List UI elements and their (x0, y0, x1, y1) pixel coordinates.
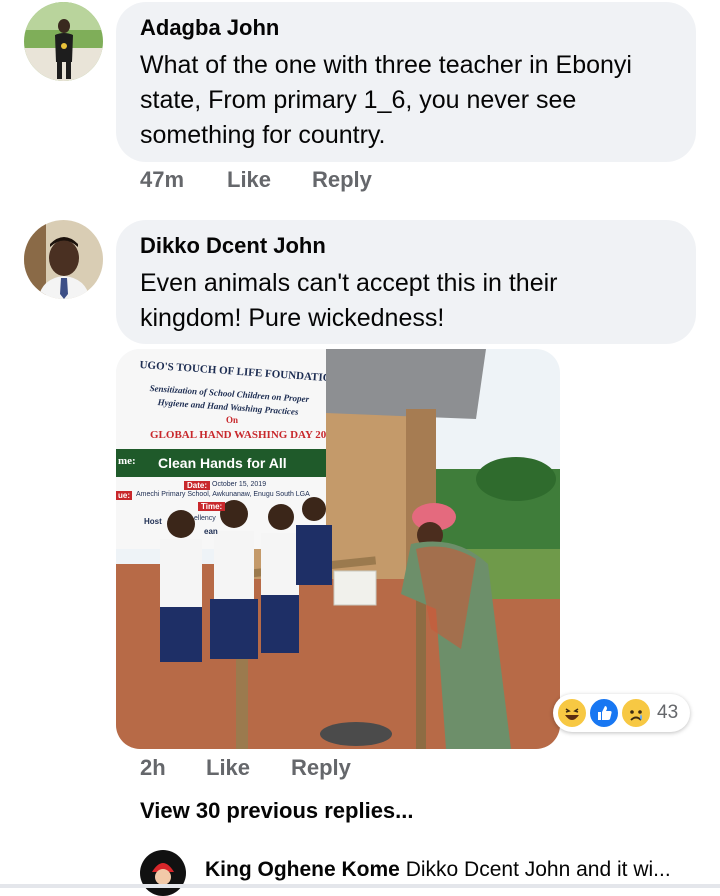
banner-bottom: ean (204, 527, 218, 536)
comment-timestamp[interactable]: 47m (140, 167, 184, 193)
comment-bubble: Dikko Dcent John Even animals can't acce… (116, 220, 696, 344)
reply-author[interactable]: King Oghene Kome (205, 858, 400, 881)
avatar-dikko-dcent-john[interactable] (24, 220, 103, 299)
banner-on: On (226, 415, 239, 425)
banner-org: UGO'S TOUCH OF LIFE FOUNDATION (139, 359, 326, 385)
comment-photo[interactable]: UGO'S TOUCH OF LIFE FOUNDATION Sensitiza… (116, 349, 560, 749)
banner-host: Host (144, 517, 162, 526)
banner-host-rest: ellency (194, 515, 216, 522)
like-button[interactable]: Like (206, 755, 250, 781)
reply-text: Dikko Dcent John and it wi... (405, 858, 671, 881)
banner-theme: Clean Hands for All (158, 455, 287, 471)
comment-author[interactable]: Adagba John (140, 14, 672, 42)
banner-venue: Amechi Primary School, Awkunanaw, Enugu … (136, 491, 310, 498)
haha-icon (556, 697, 588, 729)
reactions-summary[interactable]: 43 (553, 694, 690, 732)
comment-actions: 2h Like Reply (0, 755, 720, 783)
divider (0, 884, 720, 888)
reply-preview[interactable]: King Oghene Kome Dikko Dcent John and it… (205, 858, 671, 882)
banner-date-label: Date: (184, 481, 211, 490)
comment-timestamp[interactable]: 2h (140, 755, 166, 781)
avatar-photo (24, 2, 103, 81)
reply-button[interactable]: Reply (291, 755, 351, 781)
avatar-photo (24, 220, 103, 299)
comment-text: What of the one with three teacher in Eb… (140, 51, 632, 149)
banner-time-label: Time: (198, 502, 226, 511)
comment-actions: 47m Like Reply (0, 167, 720, 195)
reaction-count: 43 (657, 702, 679, 723)
comment-author[interactable]: Dikko Dcent John (140, 232, 672, 260)
comment-bubble: Adagba John What of the one with three t… (116, 2, 696, 162)
comment-text: Even animals can't accept this in their … (140, 269, 558, 332)
avatar-photo (140, 850, 186, 896)
avatar-adagba-john[interactable] (24, 2, 103, 81)
reply-button[interactable]: Reply (312, 167, 372, 193)
banner-date: October 15, 2019 (212, 481, 267, 488)
banner-text: UGO'S TOUCH OF LIFE FOUNDATION Sensitiza… (116, 349, 326, 549)
like-icon (588, 697, 620, 729)
banner-venue-label: ue: (116, 491, 132, 500)
avatar-king-oghene-kome[interactable] (140, 850, 186, 896)
banner-theme-label: me: (118, 455, 136, 467)
sad-icon (620, 697, 652, 729)
like-button[interactable]: Like (227, 167, 271, 193)
banner-event: GLOBAL HAND WASHING DAY 2019 (150, 429, 326, 441)
view-previous-replies-link[interactable]: View 30 previous replies... (140, 798, 414, 824)
